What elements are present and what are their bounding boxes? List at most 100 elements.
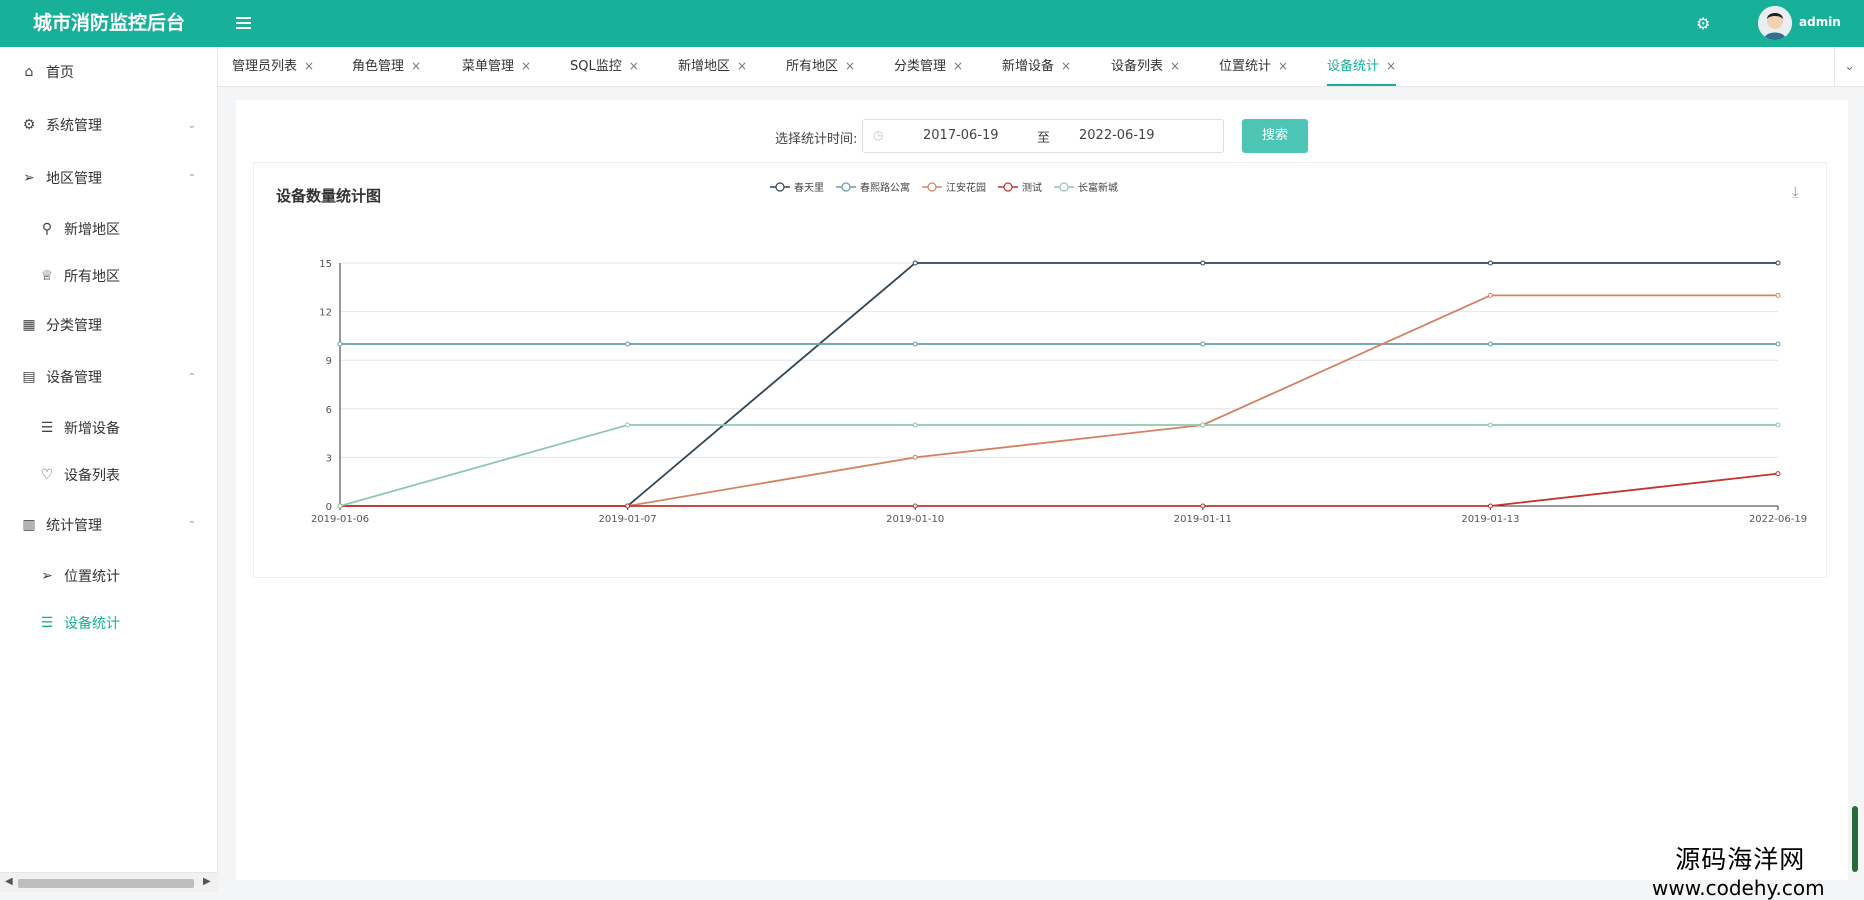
- sidebar-item-label: 位置统计: [64, 569, 120, 585]
- sidebar-item-label: 设备统计: [64, 616, 120, 632]
- chevron-down-icon[interactable]: ⌄: [1834, 47, 1864, 86]
- heart-icon: ♡: [40, 467, 54, 483]
- close-icon[interactable]: ×: [521, 59, 531, 73]
- close-icon[interactable]: ×: [1278, 59, 1288, 73]
- settings-gear-icon[interactable]: ⚙: [1696, 15, 1714, 33]
- tab-role[interactable]: 角色管理 ×: [352, 47, 421, 86]
- close-icon[interactable]: ×: [1170, 59, 1180, 73]
- sidebar-item-location-stats[interactable]: ➢ 位置统计: [0, 554, 218, 598]
- legend-label: 测试: [1022, 181, 1042, 194]
- tab-add-device[interactable]: 新增设备 ×: [1002, 47, 1071, 86]
- sidebar-item-add-device[interactable]: ☰ 新增设备: [0, 406, 218, 450]
- tab-all-regions[interactable]: 所有地区 ×: [786, 47, 855, 86]
- date-range-picker[interactable]: ◷ 2017-06-19 至 2022-06-19: [862, 119, 1224, 153]
- x-tick-label: 2019-01-11: [1174, 514, 1232, 525]
- sidebar-item-region[interactable]: ➢ 地区管理 ⌃: [0, 156, 218, 200]
- tab-bar: 管理员列表 × 角色管理 × 菜单管理 × SQL监控 × 新增地区 × 所有地区 × 分类…: [218, 47, 1864, 87]
- chevron-up-icon: ⌃: [187, 172, 196, 184]
- data-point: [1487, 341, 1493, 347]
- tab-label: 所有地区: [786, 59, 839, 74]
- sidebar-item-home[interactable]: ⌂ 首页: [0, 50, 218, 94]
- data-point: [1775, 471, 1781, 477]
- start-date-input[interactable]: 2017-06-19: [923, 128, 999, 143]
- close-icon[interactable]: ×: [845, 59, 855, 73]
- sidebar-item-system[interactable]: ⚙ 系统管理 ⌄: [0, 103, 218, 147]
- y-tick-label: 0: [326, 502, 332, 513]
- sidebar-item-add-region[interactable]: ⚲ 新增地区: [0, 207, 218, 251]
- y-tick-label: 9: [326, 356, 332, 367]
- data-point: [912, 341, 918, 347]
- home-icon: ⌂: [24, 64, 34, 80]
- close-icon[interactable]: ×: [1061, 59, 1071, 73]
- tab-device-list[interactable]: 设备列表 ×: [1111, 47, 1180, 86]
- username[interactable]: admin: [1799, 15, 1841, 29]
- tab-label: 位置统计: [1219, 59, 1272, 74]
- data-point: [625, 422, 631, 428]
- chart-card: 设备数量统计图 ⤓ 0 3 6 9 12 15 2019-01-06 2019-01-07 20…: [253, 162, 1827, 578]
- tab-device-stats[interactable]: 设备统计 ×: [1327, 47, 1397, 86]
- data-point: [1200, 341, 1206, 347]
- legend-marker: [841, 182, 851, 192]
- tab-category[interactable]: 分类管理 ×: [894, 47, 963, 86]
- sidebar-item-label: 设备列表: [64, 468, 120, 484]
- sidebar-item-device-list[interactable]: ♡ 设备列表: [0, 453, 218, 497]
- close-icon[interactable]: ×: [411, 59, 421, 73]
- sidebar-item-label: 新增地区: [64, 222, 120, 238]
- data-point: [1487, 292, 1493, 298]
- avatar[interactable]: [1758, 6, 1792, 40]
- menu-toggle-icon[interactable]: [236, 17, 251, 29]
- tab-menu[interactable]: 菜单管理 ×: [462, 47, 531, 86]
- y-tick-label: 6: [326, 405, 332, 416]
- tab-label: 设备列表: [1111, 59, 1164, 74]
- tab-sql[interactable]: SQL监控 ×: [570, 47, 639, 86]
- gear-icon: ⚙: [22, 117, 36, 133]
- main-content: 选择统计时间: ◷ 2017-06-19 至 2022-06-19 搜索 设备数…: [236, 100, 1848, 880]
- data-point: [625, 503, 631, 509]
- close-icon[interactable]: ×: [304, 59, 314, 73]
- sidebar-item-category[interactable]: ▦ 分类管理: [0, 303, 218, 347]
- sidebar-item-label: 分类管理: [46, 318, 102, 334]
- data-point: [1775, 292, 1781, 298]
- sidebar-item-label: 地区管理: [46, 171, 102, 187]
- tab-location-stats[interactable]: 位置统计 ×: [1219, 47, 1288, 86]
- tab-label: 菜单管理: [462, 59, 515, 74]
- legend-label: 江安花园: [946, 181, 986, 194]
- sidebar-item-statistics[interactable]: ▥ 统计管理 ⌃: [0, 503, 218, 547]
- close-icon[interactable]: ×: [1386, 59, 1396, 73]
- tab-admin-list[interactable]: 管理员列表 ×: [232, 47, 314, 86]
- x-tick-label: 2019-01-07: [599, 514, 657, 525]
- data-point: [912, 422, 918, 428]
- close-icon[interactable]: ×: [737, 59, 747, 73]
- send-icon: ➢: [23, 170, 35, 186]
- close-icon[interactable]: ×: [629, 59, 639, 73]
- tab-add-region[interactable]: 新增地区 ×: [678, 47, 747, 86]
- scroll-right-icon[interactable]: ▶: [203, 876, 211, 887]
- search-button[interactable]: 搜索: [1242, 119, 1308, 153]
- tab-label: 管理员列表: [232, 59, 298, 74]
- x-tick-label: 2019-01-06: [311, 514, 369, 525]
- y-tick-label: 3: [326, 453, 332, 464]
- scroll-left-icon[interactable]: ◀: [5, 876, 13, 887]
- chevron-up-icon: ⌃: [187, 371, 196, 383]
- legend-label: 春天里: [794, 182, 824, 194]
- sidebar-item-all-regions[interactable]: ♕ 所有地区: [0, 254, 218, 298]
- sidebar-item-label: 设备管理: [46, 370, 102, 386]
- chevron-up-icon: ⌃: [187, 519, 196, 531]
- bar-chart-icon: ▥: [22, 517, 36, 533]
- chevron-down-icon: ⌄: [187, 119, 196, 131]
- tab-label: 新增设备: [1002, 59, 1055, 74]
- close-icon[interactable]: ×: [953, 59, 963, 73]
- series-line-5: [339, 424, 1778, 507]
- end-date-input[interactable]: 2022-06-19: [1079, 128, 1155, 143]
- scrollbar-thumb[interactable]: [18, 879, 194, 888]
- series-line-3: [340, 294, 1778, 507]
- sidebar-item-device[interactable]: ▤ 设备管理 ⌃: [0, 355, 218, 399]
- sidebar-item-device-stats[interactable]: ☰ 设备统计: [0, 601, 218, 645]
- sidebar-item-label: 首页: [46, 65, 74, 81]
- data-point: [1775, 260, 1781, 266]
- tab-label: 设备统计: [1327, 59, 1380, 74]
- sidebar-scrollbar[interactable]: ◀ ▶: [0, 872, 218, 892]
- page-scrollbar[interactable]: [1852, 806, 1858, 872]
- data-point: [1487, 422, 1493, 428]
- app-title: 城市消防监控后台: [32, 12, 185, 34]
